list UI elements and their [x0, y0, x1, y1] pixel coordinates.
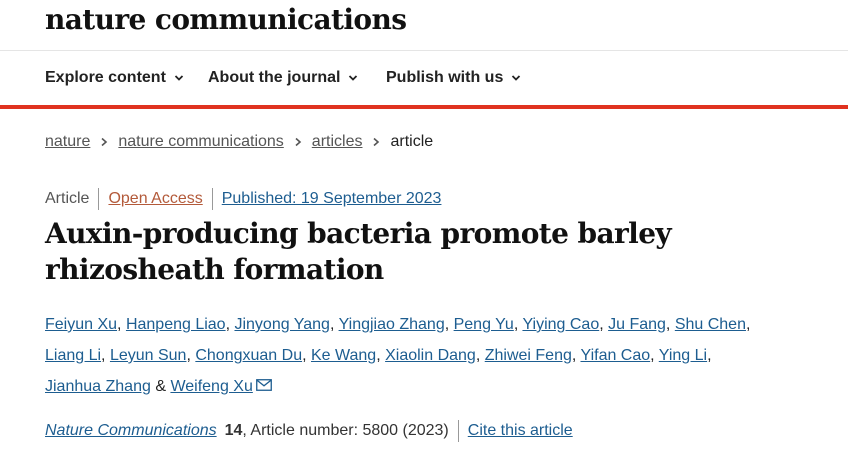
- author-link[interactable]: Ke Wang: [311, 347, 376, 364]
- author-link[interactable]: Ju Fang: [608, 316, 666, 333]
- site-header: nature communications: [0, 0, 848, 51]
- volume-number: 14: [224, 422, 243, 439]
- author-link[interactable]: Xiaolin Dang: [385, 347, 476, 364]
- author-link[interactable]: Ying Li: [659, 347, 707, 364]
- main-nav: Explore content About the journal Publis…: [0, 51, 848, 109]
- author-link[interactable]: Yifan Cao: [580, 347, 650, 364]
- breadcrumb-link-articles[interactable]: articles: [312, 133, 363, 151]
- meta-divider: [211, 188, 213, 210]
- article-meta: Article Open Access Published: 19 Septem…: [45, 188, 441, 210]
- email-icon[interactable]: [255, 378, 272, 391]
- chevron-right-icon: [101, 137, 108, 147]
- nav-label: Publish with us: [386, 69, 504, 86]
- citation-divider: [457, 420, 459, 442]
- article-title: Auxin-producing bacteria promote barley …: [45, 217, 672, 286]
- breadcrumb-link-nature[interactable]: nature: [45, 133, 90, 151]
- journal-logo[interactable]: nature communications: [45, 2, 407, 38]
- author-list: Feiyun Xu, Hanpeng Liao, Jinyong Yang, Y…: [45, 316, 751, 395]
- cite-this-article-link[interactable]: Cite this article: [468, 422, 573, 440]
- author-link[interactable]: Jianhua Zhang: [45, 378, 151, 395]
- chevron-down-icon: [512, 75, 521, 81]
- published-date-link[interactable]: Published: 19 September 2023: [222, 190, 442, 208]
- open-access-link[interactable]: Open Access: [108, 190, 202, 208]
- nav-label: About the journal: [208, 69, 341, 86]
- breadcrumb-current: article: [390, 133, 434, 150]
- author-link[interactable]: Chongxuan Du: [195, 347, 302, 364]
- journal-name-link[interactable]: Nature Communications: [45, 422, 217, 440]
- chevron-right-icon: [373, 137, 380, 147]
- article-type: Article: [45, 190, 90, 207]
- author-link[interactable]: Zhiwei Feng: [485, 347, 572, 364]
- chevron-down-icon: [349, 75, 358, 81]
- nav-about-journal[interactable]: About the journal: [208, 69, 358, 87]
- breadcrumb: nature nature communications articles ar…: [45, 133, 433, 151]
- nav-label: Explore content: [45, 69, 166, 86]
- chevron-down-icon: [174, 75, 184, 81]
- author-conjunction: &: [155, 378, 166, 395]
- author-link[interactable]: Yiying Cao: [522, 316, 599, 333]
- author-link[interactable]: Hanpeng Liao: [126, 316, 226, 333]
- author-link[interactable]: Weifeng Xu: [170, 378, 252, 395]
- author-link[interactable]: Feiyun Xu: [45, 316, 117, 333]
- chevron-right-icon: [295, 137, 302, 147]
- nav-publish-with-us[interactable]: Publish with us: [386, 69, 521, 87]
- author-link[interactable]: Yingjiao Zhang: [339, 316, 445, 333]
- author-link[interactable]: Leyun Sun: [110, 347, 187, 364]
- author-link[interactable]: Liang Li: [45, 347, 101, 364]
- author-link[interactable]: Shu Chen: [675, 316, 746, 333]
- breadcrumb-link-nature-communications[interactable]: nature communications: [118, 133, 283, 151]
- author-link[interactable]: Jinyong Yang: [234, 316, 329, 333]
- citation-line: Nature Communications 14 , Article numbe…: [45, 420, 573, 442]
- author-link[interactable]: Peng Yu: [454, 316, 514, 333]
- article-number: , Article number: 5800 (2023): [242, 422, 449, 439]
- nav-explore-content[interactable]: Explore content: [45, 69, 184, 87]
- meta-divider: [98, 188, 100, 210]
